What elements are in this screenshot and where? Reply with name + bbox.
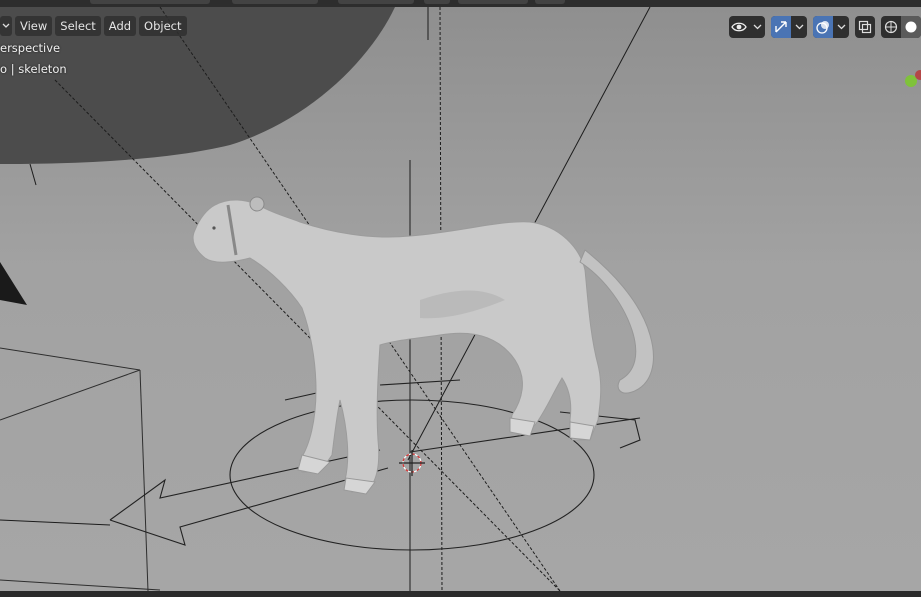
visibility-group bbox=[729, 16, 765, 38]
footer-strip bbox=[0, 591, 921, 597]
overlay-group bbox=[813, 16, 849, 38]
shading-wireframe-icon[interactable] bbox=[881, 16, 901, 38]
box-wireframe bbox=[0, 347, 161, 591]
collection-object-label: o | skeleton bbox=[0, 62, 67, 76]
3d-viewport[interactable]: View Select Add Object erspective o | sk… bbox=[0, 7, 921, 591]
overlay-icon[interactable] bbox=[813, 16, 833, 38]
visibility-icon[interactable] bbox=[729, 16, 749, 38]
header-slot bbox=[90, 0, 210, 4]
shading-solid-icon[interactable] bbox=[901, 16, 921, 38]
header-slot bbox=[338, 0, 414, 4]
navigation-gizmo-x-dot[interactable] bbox=[915, 70, 921, 80]
header-slot bbox=[458, 0, 528, 4]
menu-view[interactable]: View bbox=[15, 16, 53, 36]
gizmo-chevron-down-icon[interactable] bbox=[791, 16, 807, 38]
feline-model bbox=[192, 196, 654, 495]
3d-cursor bbox=[399, 450, 425, 476]
overlay-chevron-down-icon[interactable] bbox=[833, 16, 849, 38]
header-slot bbox=[232, 0, 318, 4]
xray-group bbox=[855, 16, 875, 38]
gizmo-group bbox=[771, 16, 807, 38]
viewport-header-tools bbox=[729, 16, 921, 38]
header-slot bbox=[535, 0, 565, 4]
gizmo-icon[interactable] bbox=[771, 16, 791, 38]
header-menu: View Select Add Object bbox=[0, 16, 187, 38]
header-strip bbox=[0, 0, 921, 7]
view-perspective-label: erspective bbox=[0, 41, 61, 55]
menu-add[interactable]: Add bbox=[103, 16, 137, 36]
editor-type-chevron[interactable] bbox=[0, 16, 12, 36]
shading-group bbox=[881, 16, 921, 38]
light-shape bbox=[0, 262, 27, 305]
menu-object[interactable]: Object bbox=[139, 16, 187, 36]
header-slot bbox=[424, 0, 450, 4]
xray-icon[interactable] bbox=[855, 16, 875, 38]
visibility-chevron-down-icon[interactable] bbox=[749, 16, 765, 38]
menu-select[interactable]: Select bbox=[55, 16, 101, 36]
scene-canvas[interactable] bbox=[0, 7, 921, 591]
